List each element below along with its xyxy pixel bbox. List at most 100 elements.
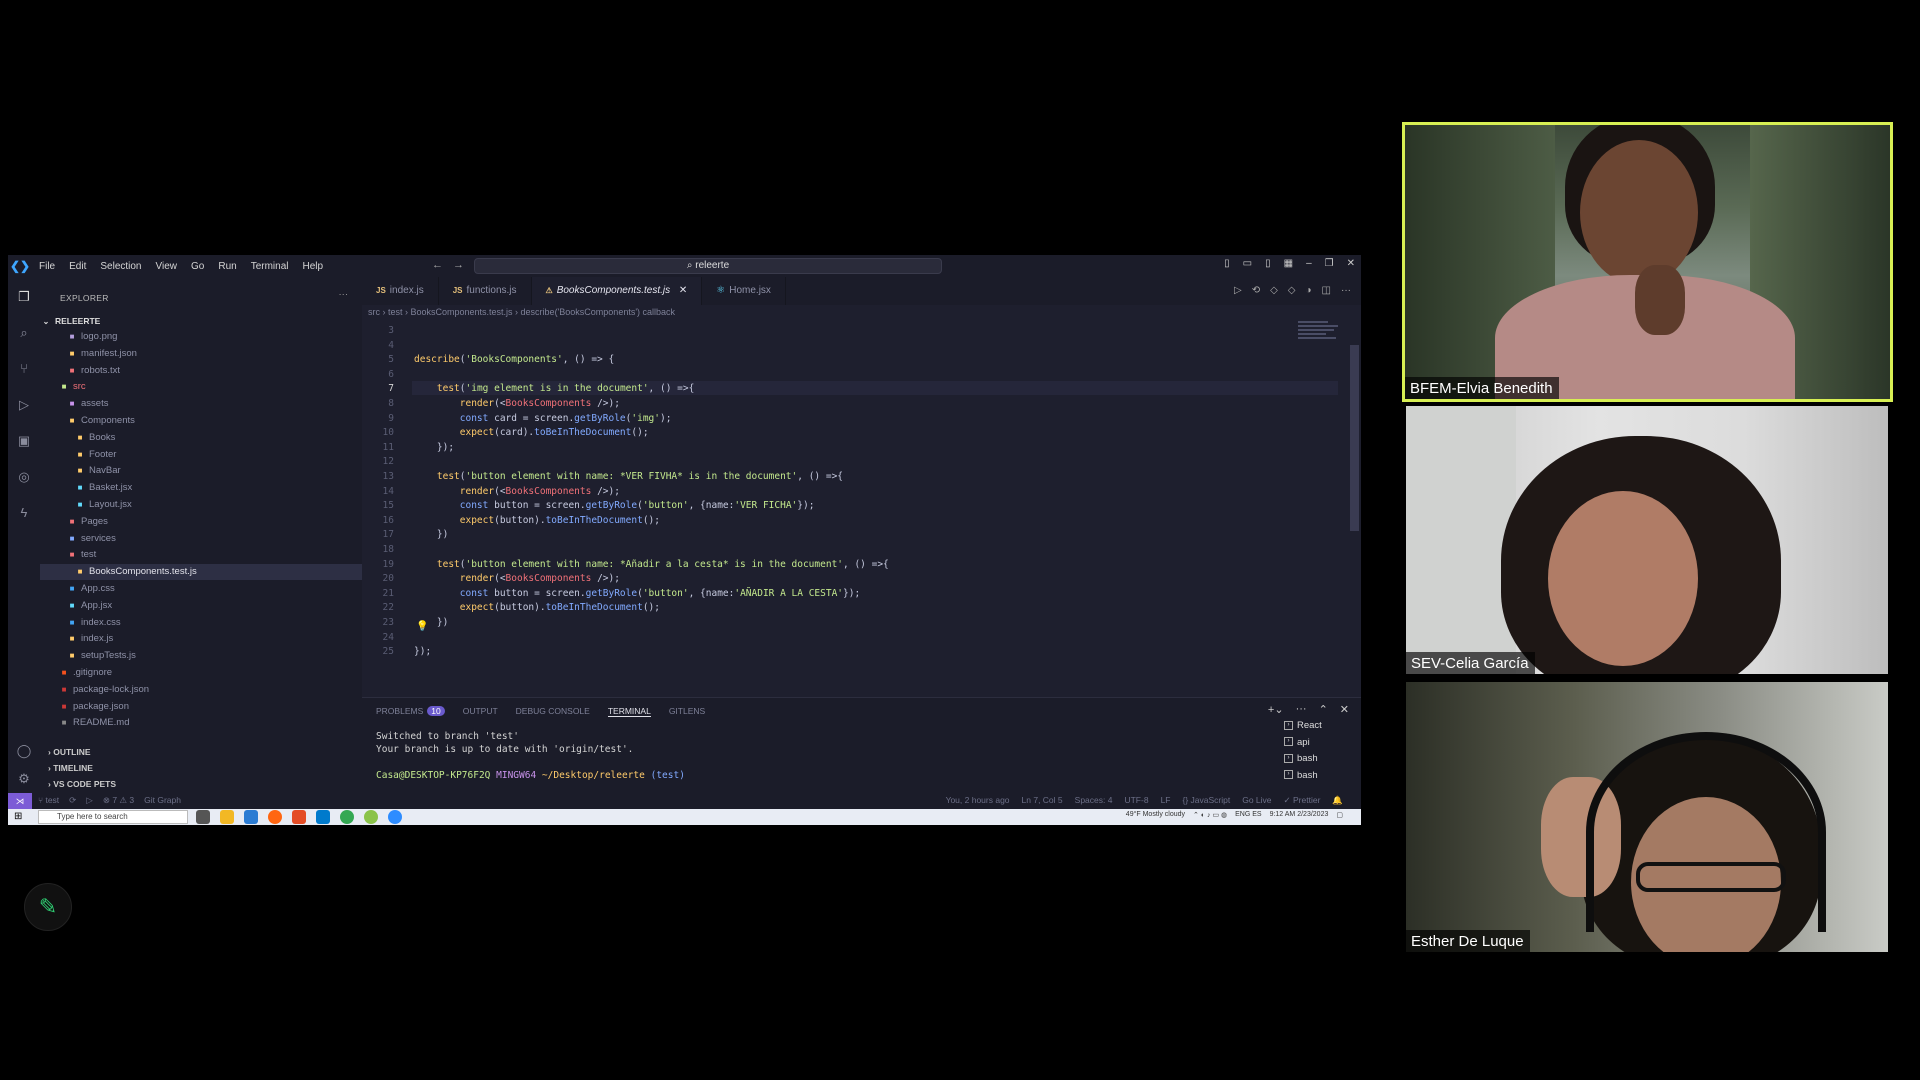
open-changes-icon[interactable]: ⟲ — [1252, 285, 1260, 296]
more-actions-icon[interactable]: ··· — [339, 289, 349, 300]
search-icon[interactable]: ⌕ — [16, 325, 32, 341]
prev-change-icon[interactable]: ◇ — [1270, 285, 1278, 296]
editor-scrollbar[interactable] — [1350, 345, 1359, 531]
file-tree-item[interactable]: ■ package.json — [40, 699, 362, 715]
status-blame[interactable]: You, 2 hours ago — [946, 795, 1010, 806]
language-indicator[interactable]: ENG ES — [1235, 811, 1261, 819]
task-view-icon[interactable] — [196, 810, 210, 824]
tab-index-js[interactable]: JS index.js — [362, 277, 439, 305]
section-timeline[interactable]: › TIMELINE — [48, 763, 93, 773]
file-tree-item[interactable]: ■ assets — [40, 396, 362, 412]
terminal-item[interactable]: › bash — [1284, 768, 1322, 785]
run-icon[interactable]: ▷ — [86, 795, 93, 806]
taskbar-search[interactable]: Type here to search — [38, 810, 188, 824]
annotate-pencil-button[interactable]: ✎ — [24, 883, 72, 931]
gear-icon[interactable]: ⚙ — [16, 771, 32, 787]
vscode-taskbar-icon[interactable] — [316, 810, 330, 824]
section-outline[interactable]: › OUTLINE — [48, 747, 91, 757]
maximize-panel-icon[interactable]: ⌃ — [1319, 703, 1328, 716]
status-indent[interactable]: Spaces: 4 — [1075, 795, 1113, 806]
notifications-icon[interactable]: ▢ — [1336, 811, 1343, 819]
menu-selection[interactable]: Selection — [93, 261, 148, 272]
file-tree-item[interactable]: ■ setupTests.js — [40, 648, 362, 664]
toggle-secondary-sidebar-icon[interactable]: ▯ — [1265, 258, 1271, 269]
close-window-icon[interactable]: ✕ — [1347, 258, 1355, 269]
panel-tab-terminal[interactable]: TERMINAL — [607, 706, 651, 717]
firefox-icon[interactable] — [268, 810, 282, 824]
gitlens-icon[interactable]: ◎ — [16, 469, 32, 485]
file-explorer-icon[interactable] — [220, 810, 234, 824]
remote-icon[interactable]: ⋊ — [8, 793, 32, 809]
panel-tab-problems[interactable]: PROBLEMS 10 — [376, 706, 445, 717]
app-icon[interactable] — [364, 810, 378, 824]
file-tree-item[interactable]: ■ Basket.jsx — [40, 480, 362, 496]
restore-icon[interactable]: ❐ — [1325, 258, 1334, 269]
file-tree-item[interactable]: ■ services — [40, 531, 362, 547]
tab-books-components-test[interactable]: ⚠ BooksComponents.test.js ✕ — [531, 277, 703, 305]
section-vs-code-pets[interactable]: › VS CODE PETS — [48, 779, 116, 789]
project-root[interactable]: ⌄ RELEERTE — [40, 313, 362, 329]
file-tree-item[interactable]: ■ logo.png — [40, 329, 362, 345]
close-tab-icon[interactable]: ✕ — [679, 285, 687, 296]
panel-tab-output[interactable]: OUTPUT — [463, 706, 498, 717]
file-tree-item[interactable]: ■ index.js — [40, 631, 362, 647]
app-icon[interactable] — [292, 810, 306, 824]
more-actions-icon[interactable]: ··· — [1296, 703, 1307, 716]
extensions-icon[interactable]: ▣ — [16, 433, 32, 449]
command-center-search[interactable]: ⌕ releerte — [474, 258, 942, 274]
breadcrumb[interactable]: src › test › BooksComponents.test.js › d… — [368, 307, 675, 317]
terminal-item[interactable]: › bash — [1284, 751, 1322, 768]
participant-tile-active[interactable]: BFEM-Elvia Benedith — [1402, 122, 1893, 402]
app-icon[interactable] — [244, 810, 258, 824]
explorer-icon[interactable]: ❐ — [16, 289, 32, 305]
panel-tab-gitlens[interactable]: GITLENS — [669, 706, 705, 717]
close-panel-icon[interactable]: ✕ — [1340, 703, 1349, 716]
menu-edit[interactable]: Edit — [62, 261, 93, 272]
clock[interactable]: 9:12 AM 2/23/2023 — [1270, 811, 1329, 819]
menu-file[interactable]: File — [32, 261, 62, 272]
split-editor-icon[interactable]: ◫ — [1322, 285, 1331, 296]
file-tree-item[interactable]: ■ BooksComponents.test.js — [40, 564, 362, 581]
terminal-item[interactable]: › React — [1284, 718, 1322, 735]
file-tree-item[interactable]: ■ Footer — [40, 447, 362, 463]
file-tree-item[interactable]: ■ .gitignore — [40, 665, 362, 681]
forward-arrow-icon[interactable]: → — [453, 259, 464, 271]
run-icon[interactable]: ▷ — [1234, 285, 1242, 296]
bell-icon[interactable]: 🔔 — [1332, 795, 1343, 806]
minimap[interactable] — [1298, 321, 1342, 345]
status-cursor[interactable]: Ln 7, Col 5 — [1022, 795, 1063, 806]
code-editor[interactable]: 3 4 5 describe('BooksComponents', () => {6 7… — [362, 321, 1361, 697]
status-language[interactable]: {} JavaScript — [1182, 795, 1230, 806]
more-actions-icon[interactable]: ··· — [1341, 285, 1351, 296]
account-icon[interactable]: ◯ — [16, 743, 32, 759]
file-tree-item[interactable]: ■ robots.txt — [40, 363, 362, 379]
status-branch[interactable]: ⑂ test — [38, 795, 59, 806]
file-tree-item[interactable]: ■ README.md — [40, 715, 362, 731]
file-tree-item[interactable]: ■ NavBar — [40, 463, 362, 479]
file-tree-item[interactable]: ■ index.css — [40, 615, 362, 631]
next-change-icon[interactable]: ◇ — [1288, 285, 1296, 296]
status-eol[interactable]: LF — [1161, 795, 1171, 806]
source-control-icon[interactable]: ⑂ — [16, 361, 32, 377]
terminal-output[interactable]: Switched to branch 'test' Your branch is… — [376, 730, 685, 782]
toggle-sidebar-icon[interactable]: ▯ — [1224, 258, 1230, 269]
menu-go[interactable]: Go — [184, 261, 211, 272]
file-tree-item[interactable]: ■ src — [40, 379, 362, 395]
file-tree-item[interactable]: ■ test — [40, 547, 362, 563]
file-tree-item[interactable]: ■ Components — [40, 413, 362, 429]
file-tree-item[interactable]: ■ Books — [40, 430, 362, 446]
status-git-graph[interactable]: Git Graph — [144, 795, 181, 806]
new-terminal-icon[interactable]: +⌄ — [1268, 703, 1284, 716]
participant-tile[interactable]: Esther De Luque — [1406, 682, 1888, 952]
toggle-panel-icon[interactable]: ▭ — [1243, 258, 1252, 269]
windows-start-icon[interactable]: ⊞ — [14, 811, 26, 823]
tab-home-jsx[interactable]: ⚛ Home.jsx — [702, 277, 786, 305]
file-tree-item[interactable]: ■ manifest.json — [40, 346, 362, 362]
menu-terminal[interactable]: Terminal — [244, 261, 296, 272]
file-tree-item[interactable]: ■ App.jsx — [40, 598, 362, 614]
file-tree-item[interactable]: ■ Layout.jsx — [40, 497, 362, 513]
customize-layout-icon[interactable]: ▦ — [1284, 258, 1293, 269]
sync-icon[interactable]: ⟳ — [69, 795, 76, 806]
file-tree-item[interactable]: ■ App.css — [40, 581, 362, 597]
tray-icons[interactable]: ⌃ ◐ ♪ ▭ ◍ — [1193, 811, 1227, 819]
